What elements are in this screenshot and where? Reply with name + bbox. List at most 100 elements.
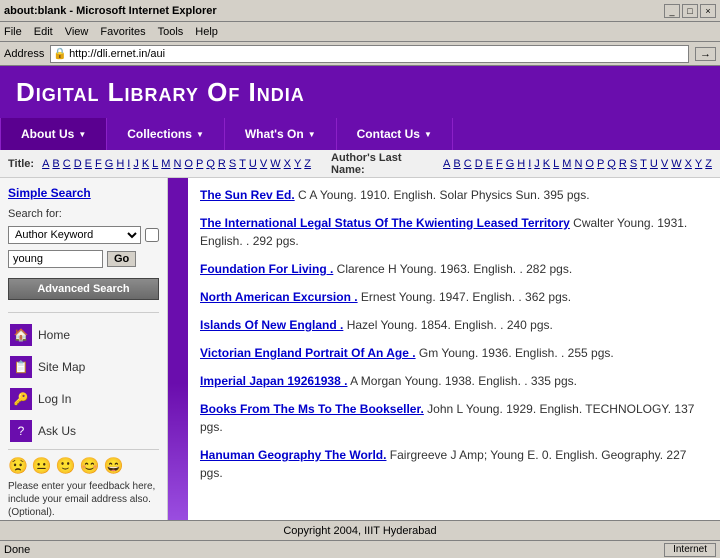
author-alpha-O[interactable]: O — [585, 158, 594, 170]
close-button[interactable]: × — [700, 4, 716, 18]
sitemap-icon: 📋 — [10, 356, 32, 378]
search-go-button[interactable]: Go — [107, 251, 136, 267]
sidebar: Simple Search Search for: Author Keyword… — [0, 178, 168, 520]
author-alpha-S[interactable]: S — [630, 158, 637, 170]
title-alpha-S[interactable]: S — [229, 158, 236, 170]
author-alpha-L[interactable]: L — [553, 158, 559, 170]
address-go-button[interactable]: → — [695, 47, 716, 61]
author-alpha-Q[interactable]: Q — [607, 158, 616, 170]
sidebar-item-askus[interactable]: ? Ask Us — [8, 417, 159, 445]
author-alpha-G[interactable]: G — [506, 158, 515, 170]
author-alpha-E[interactable]: E — [486, 158, 493, 170]
title-alpha-I[interactable]: I — [127, 158, 130, 170]
title-alpha-W[interactable]: W — [270, 158, 280, 170]
title-alpha-A[interactable]: A — [42, 158, 49, 170]
sidebar-item-login[interactable]: 🔑 Log In — [8, 385, 159, 413]
title-alpha-Q[interactable]: Q — [206, 158, 215, 170]
search-input-row: Go — [8, 250, 159, 268]
author-alpha-V[interactable]: V — [661, 158, 668, 170]
advanced-search-button[interactable]: Advanced Search — [8, 278, 159, 300]
author-alpha-P[interactable]: P — [597, 158, 604, 170]
author-alpha-W[interactable]: W — [671, 158, 681, 170]
author-alpha-D[interactable]: D — [475, 158, 483, 170]
author-alpha-N[interactable]: N — [574, 158, 582, 170]
title-alpha-V[interactable]: V — [260, 158, 267, 170]
nav-collections[interactable]: Collections ▼ — [107, 118, 225, 150]
author-alpha-C[interactable]: C — [464, 158, 472, 170]
result-link-1[interactable]: The International Legal Status Of The Kw… — [200, 216, 570, 230]
menu-help[interactable]: Help — [195, 26, 218, 38]
result-link-2[interactable]: Foundation For Living . — [200, 262, 333, 276]
author-alpha-H[interactable]: H — [517, 158, 525, 170]
title-bar-buttons[interactable]: _ □ × — [664, 4, 716, 18]
result-link-8[interactable]: Hanuman Geography The World. — [200, 448, 386, 462]
menu-view[interactable]: View — [65, 26, 89, 38]
author-alpha-Z[interactable]: Z — [705, 158, 712, 170]
author-alpha-T[interactable]: T — [640, 158, 647, 170]
menu-edit[interactable]: Edit — [34, 26, 53, 38]
menu-tools[interactable]: Tools — [158, 26, 184, 38]
nav-about-us[interactable]: About Us ▼ — [0, 118, 107, 150]
result-desc-4: Hazel Young. 1854. English. . 240 pgs. — [343, 318, 553, 332]
title-alpha-L[interactable]: L — [152, 158, 158, 170]
site-title: Digital Library Of India — [16, 77, 305, 108]
title-alpha-E[interactable]: E — [85, 158, 92, 170]
smiley-3[interactable]: 🙂 — [56, 456, 76, 476]
maximize-button[interactable]: □ — [682, 4, 698, 18]
smiley-5[interactable]: 😄 — [104, 456, 124, 476]
author-alpha-U[interactable]: U — [650, 158, 658, 170]
author-alpha-B[interactable]: B — [453, 158, 460, 170]
menu-favorites[interactable]: Favorites — [100, 26, 145, 38]
author-alpha-Y[interactable]: Y — [695, 158, 702, 170]
result-link-3[interactable]: North American Excursion . — [200, 290, 358, 304]
title-alpha-J[interactable]: J — [133, 158, 139, 170]
title-alpha-U[interactable]: U — [249, 158, 257, 170]
smiley-4[interactable]: 😊 — [80, 456, 100, 476]
title-alpha-Z[interactable]: Z — [304, 158, 311, 170]
title-alpha-D[interactable]: D — [74, 158, 82, 170]
title-alpha-H[interactable]: H — [116, 158, 124, 170]
address-input[interactable] — [69, 48, 686, 60]
menu-file[interactable]: File — [4, 26, 22, 38]
author-alpha-J[interactable]: J — [534, 158, 540, 170]
author-alpha-F[interactable]: F — [496, 158, 503, 170]
sidebar-item-home[interactable]: 🏠 Home — [8, 321, 159, 349]
search-input[interactable] — [8, 250, 103, 268]
result-link-6[interactable]: Imperial Japan 19261938 . — [200, 374, 347, 388]
simple-search-link[interactable]: Simple Search — [8, 186, 159, 200]
status-right: Internet — [664, 543, 716, 557]
keyword-select[interactable]: Author Keyword Title Keyword Subject — [8, 226, 141, 244]
title-alpha-G[interactable]: G — [105, 158, 114, 170]
nav-whats-on[interactable]: What's On ▼ — [225, 118, 337, 150]
nav-contact-us[interactable]: Contact Us ▼ — [337, 118, 453, 150]
title-alpha-O[interactable]: O — [184, 158, 193, 170]
author-alpha-X[interactable]: X — [685, 158, 692, 170]
title-alpha-X[interactable]: X — [284, 158, 291, 170]
sidebar-divider — [8, 312, 159, 313]
author-alpha-I[interactable]: I — [528, 158, 531, 170]
title-alpha-M[interactable]: M — [161, 158, 170, 170]
minimize-button[interactable]: _ — [664, 4, 680, 18]
title-alpha-C[interactable]: C — [63, 158, 71, 170]
smiley-1[interactable]: 😟 — [8, 456, 28, 476]
title-alpha-N[interactable]: N — [173, 158, 181, 170]
result-link-7[interactable]: Books From The Ms To The Bookseller. — [200, 402, 424, 416]
smiley-2[interactable]: 😐 — [32, 456, 52, 476]
keyword-checkbox[interactable] — [145, 228, 159, 242]
title-alpha-R[interactable]: R — [218, 158, 226, 170]
title-alpha-label: Title: — [8, 158, 34, 170]
author-alpha-R[interactable]: R — [619, 158, 627, 170]
author-alpha-A[interactable]: A — [443, 158, 450, 170]
title-alpha-K[interactable]: K — [142, 158, 149, 170]
title-alpha-B[interactable]: B — [52, 158, 59, 170]
author-alpha-M[interactable]: M — [562, 158, 571, 170]
result-link-4[interactable]: Islands Of New England . — [200, 318, 343, 332]
result-link-5[interactable]: Victorian England Portrait Of An Age . — [200, 346, 416, 360]
sidebar-item-sitemap[interactable]: 📋 Site Map — [8, 353, 159, 381]
title-alpha-F[interactable]: F — [95, 158, 102, 170]
author-alpha-K[interactable]: K — [543, 158, 550, 170]
title-alpha-T[interactable]: T — [239, 158, 246, 170]
title-alpha-P[interactable]: P — [196, 158, 203, 170]
result-link-0[interactable]: The Sun Rev Ed. — [200, 188, 295, 202]
title-alpha-Y[interactable]: Y — [294, 158, 301, 170]
